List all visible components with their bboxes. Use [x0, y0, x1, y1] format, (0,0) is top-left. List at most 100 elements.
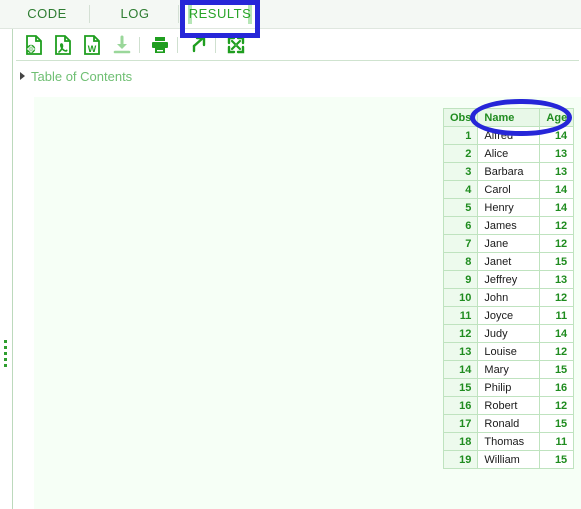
cell-name: Alfred	[477, 126, 541, 145]
cell-obs: 13	[442, 342, 479, 361]
cell-age: 12	[539, 216, 575, 235]
cell-name: Jeffrey	[477, 270, 541, 289]
table-row: 7 Jane 12	[442, 234, 575, 253]
cell-name: Mary	[477, 360, 541, 379]
toolbar-divider-1	[139, 37, 140, 53]
cell-name: Thomas	[477, 432, 541, 451]
cell-name: Louise	[477, 342, 541, 361]
table-row: 8 Janet 15	[442, 252, 575, 271]
cell-obs: 4	[442, 180, 479, 199]
tab-log[interactable]: LOG	[96, 0, 174, 28]
table-header: Obs Name Age	[442, 108, 575, 127]
tab-code-label: CODE	[27, 6, 67, 21]
cell-obs: 5	[442, 198, 479, 217]
cell-obs: 7	[442, 234, 479, 253]
toolbar-divider-3	[215, 37, 216, 53]
cell-obs: 9	[442, 270, 479, 289]
cell-name: Robert	[477, 396, 541, 415]
tab-results[interactable]: RESULTS	[185, 0, 255, 28]
grip-dot	[4, 364, 7, 367]
maximize-icon[interactable]	[224, 33, 248, 57]
print-icon[interactable]	[148, 33, 172, 57]
cell-name: Philip	[477, 378, 541, 397]
cell-name: Alice	[477, 144, 541, 163]
cell-age: 15	[539, 450, 575, 469]
cell-age: 11	[539, 432, 575, 451]
table-header-row: Obs Name Age	[442, 108, 575, 127]
toolbar-separator-rule	[16, 60, 579, 61]
cell-age: 13	[539, 144, 575, 163]
cell-obs: 16	[442, 396, 479, 415]
cell-age: 12	[539, 234, 575, 253]
cell-obs: 18	[442, 432, 479, 451]
grip-dot	[4, 352, 7, 355]
table-row: 3 Barbara 13	[442, 162, 575, 181]
cell-age: 14	[539, 180, 575, 199]
cell-age: 12	[539, 288, 575, 307]
table-row: 10 John 12	[442, 288, 575, 307]
table-row: 12 Judy 14	[442, 324, 575, 343]
table-row: 19 William 15	[442, 450, 575, 469]
cell-name: Carol	[477, 180, 541, 199]
cell-name: William	[477, 450, 541, 469]
grip-dot	[4, 346, 7, 349]
cell-obs: 15	[442, 378, 479, 397]
table-row: 18 Thomas 11	[442, 432, 575, 451]
triangle-right-icon	[20, 72, 25, 80]
export-word-icon[interactable]: W	[80, 33, 104, 57]
cell-obs: 10	[442, 288, 479, 307]
grip-dot	[4, 340, 7, 343]
table-row: 15 Philip 16	[442, 378, 575, 397]
export-pdf-icon[interactable]	[51, 33, 75, 57]
table-row: 14 Mary 15	[442, 360, 575, 379]
cell-age: 15	[539, 360, 575, 379]
table-row: 2 Alice 13	[442, 144, 575, 163]
column-header-obs[interactable]: Obs	[442, 108, 479, 127]
table-row: 11 Joyce 11	[442, 306, 575, 325]
tab-results-label: RESULTS	[188, 6, 252, 21]
cell-obs: 11	[442, 306, 479, 325]
table-row: 5 Henry 14	[442, 198, 575, 217]
cell-obs: 2	[442, 144, 479, 163]
cell-name: Janet	[477, 252, 541, 271]
tab-code[interactable]: CODE	[8, 0, 86, 28]
tab-divider-1	[89, 5, 90, 23]
tab-bar: CODE LOG RESULTS	[0, 0, 581, 29]
cell-age: 11	[539, 306, 575, 325]
cell-age: 12	[539, 342, 575, 361]
cell-age: 14	[539, 198, 575, 217]
table-row: 9 Jeffrey 13	[442, 270, 575, 289]
tab-divider-2	[178, 5, 179, 23]
cell-age: 13	[539, 162, 575, 181]
results-data-table: Obs Name Age 1 Alfred 14 2 Alice 13 3 Barbara 13…	[442, 108, 575, 469]
cell-name: John	[477, 288, 541, 307]
cell-name: Ronald	[477, 414, 541, 433]
export-html-icon[interactable]	[22, 33, 46, 57]
table-row: 4 Carol 14	[442, 180, 575, 199]
grip-dot	[4, 358, 7, 361]
cell-age: 14	[539, 126, 575, 145]
cell-name: Joyce	[477, 306, 541, 325]
toolbar-divider-2	[177, 37, 178, 53]
cell-obs: 3	[442, 162, 479, 181]
cell-name: Barbara	[477, 162, 541, 181]
splitter-grip-handle[interactable]	[4, 340, 7, 370]
cell-name: Henry	[477, 198, 541, 217]
svg-text:W: W	[88, 44, 97, 54]
cell-obs: 6	[442, 216, 479, 235]
table-row: 16 Robert 12	[442, 396, 575, 415]
download-icon[interactable]	[110, 33, 134, 57]
table-row: 17 Ronald 15	[442, 414, 575, 433]
cell-age: 16	[539, 378, 575, 397]
cell-name: Jane	[477, 234, 541, 253]
panel-splitter[interactable]	[12, 29, 13, 509]
cell-obs: 8	[442, 252, 479, 271]
cell-name: James	[477, 216, 541, 235]
table-of-contents-toggle[interactable]: Table of Contents	[20, 66, 132, 86]
column-header-name[interactable]: Name	[477, 108, 541, 127]
open-new-window-icon[interactable]	[186, 33, 210, 57]
cell-age: 15	[539, 414, 575, 433]
column-header-age[interactable]: Age	[539, 108, 575, 127]
table-row: 1 Alfred 14	[442, 126, 575, 145]
cell-age: 14	[539, 324, 575, 343]
